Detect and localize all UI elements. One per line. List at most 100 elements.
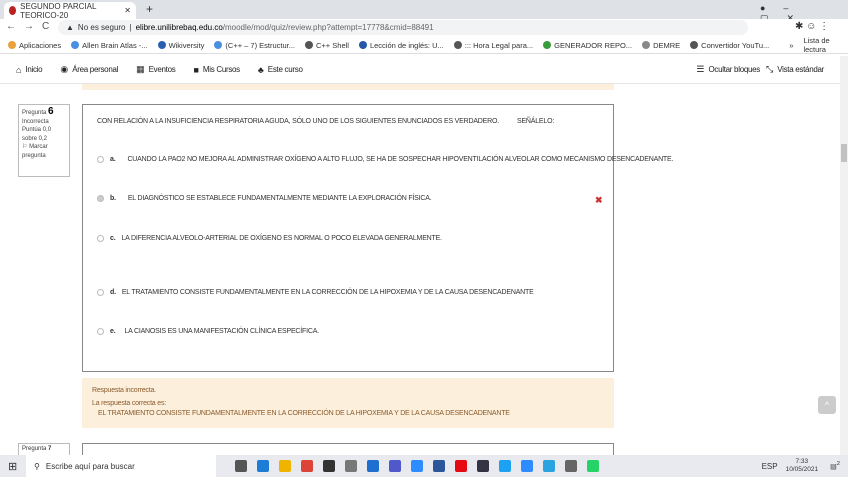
date: 10/05/2021 [785,466,819,473]
nav-label: Área personal [72,65,119,74]
taskbar: ⊞ ⚲ Escribe aquí para buscar ESP 7:33 10/0… [0,455,848,477]
nav-label: Mis Cursos [202,65,240,74]
option-letter: c. [110,235,116,242]
bookmark-item[interactable]: Aplicaciones [8,41,61,50]
bookmark-item[interactable]: ::: Hora Legal para... [453,40,534,50]
taskbar-app-icon[interactable] [301,460,313,472]
language-indicator[interactable]: ESP [762,462,778,471]
bookmark-item[interactable]: Allen Brain Atlas -... [71,41,148,50]
bookmark-icon [642,41,651,49]
taskbar-app-icon[interactable] [279,460,291,472]
option-text: EL TRATAMIENTO CONSISTE FUNDAMENTALMENTE… [121,289,534,296]
nav-label: Vista estándar [777,65,824,74]
nav-buttons-icon[interactable]: ←→C [6,21,57,32]
bookmark-icon [358,41,367,49]
indent-icon: ☰ [696,64,705,74]
scrollbar[interactable] [840,56,848,456]
radio-a[interactable] [97,156,104,163]
bookmark-label: ::: Hora Legal para... [464,40,534,50]
bookmark-item[interactable]: DEMRE [642,41,680,50]
bookmark-item[interactable]: Lección de inglés: U... [358,41,444,50]
question-number: 6 [48,106,54,117]
option-text: EL DIAGNÓSTICO SE ESTABLECE FUNDAMENTALM… [127,195,432,202]
address-bar-row: ←→C ▲ No es seguro | elibre.unilibrebaq.edu… [0,19,848,37]
taskbar-app-icon[interactable] [411,460,423,472]
nav-inicio[interactable]: ⌂ Inicio [16,65,43,75]
option-e[interactable]: e. LA CIANOSIS ES UNA MANIFESTACIÓN CLÍNI… [97,328,319,335]
taskbar-app-icon[interactable] [521,460,533,472]
site-favicon-icon [9,6,17,15]
question-content: CON RELACIÓN A LA INSUFICIENCIA RESPIRAT… [82,104,673,372]
time: 7:33 [795,458,809,465]
bookmark-label: DEMRE [653,40,681,50]
taskbar-app-icon[interactable] [367,460,379,472]
previous-feedback-edge [82,84,614,90]
bookmark-icon [71,41,80,49]
nav-label: Eventos [148,65,176,74]
option-c[interactable]: c. LA DIFERENCIA ALVEOLO-ARTERIAL DE OXÍG… [97,235,442,242]
reading-list-button[interactable]: Lista de lectura [803,36,840,54]
radio-b[interactable] [97,195,104,202]
taskbar-app-icon[interactable] [257,460,269,472]
taskbar-app-icon[interactable] [235,460,247,472]
notifications-icon[interactable]: ▤2 [830,461,840,470]
browser-tab[interactable]: SEGUNDO PARCIAL TEORICO-20 ✕ [4,2,136,20]
windows-start-icon[interactable]: ⊞ [8,460,17,473]
bookmark-item[interactable]: GENERADOR REPO... [543,41,632,50]
bookmark-item[interactable]: Wikiversity [157,41,204,50]
bookmark-icon [8,41,16,49]
sitemap-icon: ♣ [257,64,264,75]
bookmark-icon [690,41,699,49]
taskbar-apps [230,460,604,472]
url-bar[interactable]: ▲ No es seguro | elibre.unilibrebaq.edu.co /… [58,20,748,35]
option-text: CUANDO LA PAO2 NO MEJORA AL ADMINISTRAR … [127,156,674,163]
back-to-top-button[interactable]: ^ [818,396,836,414]
taskbar-app-icon[interactable] [345,460,357,472]
bookmark-label: Convertidor YouTu... [701,40,770,50]
tab-bar: SEGUNDO PARCIAL TEORICO-20 ✕ + ●–▢✕ [0,0,848,23]
bookmark-item[interactable]: C++ Shell [305,41,349,50]
question-statement: CON RELACIÓN A LA INSUFICIENCIA RESPIRAT… [97,118,499,125]
bookmark-icon [157,41,166,49]
taskbar-app-icon[interactable] [499,460,511,472]
close-tab-icon[interactable]: ✕ [124,6,131,15]
taskbar-app-icon[interactable] [455,460,467,472]
bookmark-item[interactable]: Convertidor YouTu... [690,41,769,50]
nav-eventos[interactable]: ▦ Eventos [136,64,176,75]
taskbar-app-icon[interactable] [587,460,599,472]
clock[interactable]: 7:33 10/05/2021 [786,458,819,474]
search-icon: ⚲ [34,461,40,471]
option-d[interactable]: d. EL TRATAMIENTO CONSISTE FUNDAMENTALMEN… [97,289,534,296]
bookmark-icon [305,41,314,49]
taskbar-search[interactable]: ⚲ Escribe aquí para buscar [26,455,216,477]
taskbar-app-icon[interactable] [543,460,555,472]
nav-este-curso[interactable]: ♣ Este curso [258,65,303,75]
warning-icon: ▲ [66,23,74,32]
option-a[interactable]: a. CUANDO LA PAO2 NO MEJORA AL ADMINISTRA… [97,156,673,163]
taskbar-app-icon[interactable] [477,460,489,472]
hide-blocks-button[interactable]: ☰ Ocultar bloques [696,64,760,75]
calendar-icon: ▦ [136,64,145,74]
radio-d[interactable] [97,289,104,296]
new-tab-button[interactable]: + [146,2,153,16]
radio-c[interactable] [97,235,104,242]
extensions-icon[interactable]: ✱ ☺ ⋮ [795,21,829,32]
option-b[interactable]: b. EL DIAGNÓSTICO SE ESTABLECE FUNDAMENTA… [97,195,432,202]
question-label: Pregunta [22,446,47,452]
standard-view-button[interactable]: ⤡ Vista estándar [766,64,824,75]
radio-e[interactable] [97,328,104,335]
taskbar-app-icon[interactable] [433,460,445,472]
bookmark-item[interactable]: (C++ – 7) Estructur... [214,41,295,50]
nav-area-personal[interactable]: ◉ Área personal [60,64,118,75]
bookmark-icon [543,41,552,49]
taskbar-app-icon[interactable] [565,460,577,472]
incorrect-icon: ✖ [595,195,603,205]
option-letter: d. [110,289,116,296]
more-bookmarks-button[interactable]: » [789,41,793,50]
bookmark-label: (C++ – 7) Estructur... [225,40,296,50]
flag-question-link[interactable]: ⚐ Marcar pregunta [22,143,66,160]
taskbar-app-icon[interactable] [389,460,401,472]
scrollbar-thumb[interactable] [841,144,847,162]
nav-mis-cursos[interactable]: ■ Mis Cursos [193,65,240,75]
taskbar-app-icon[interactable] [323,460,335,472]
